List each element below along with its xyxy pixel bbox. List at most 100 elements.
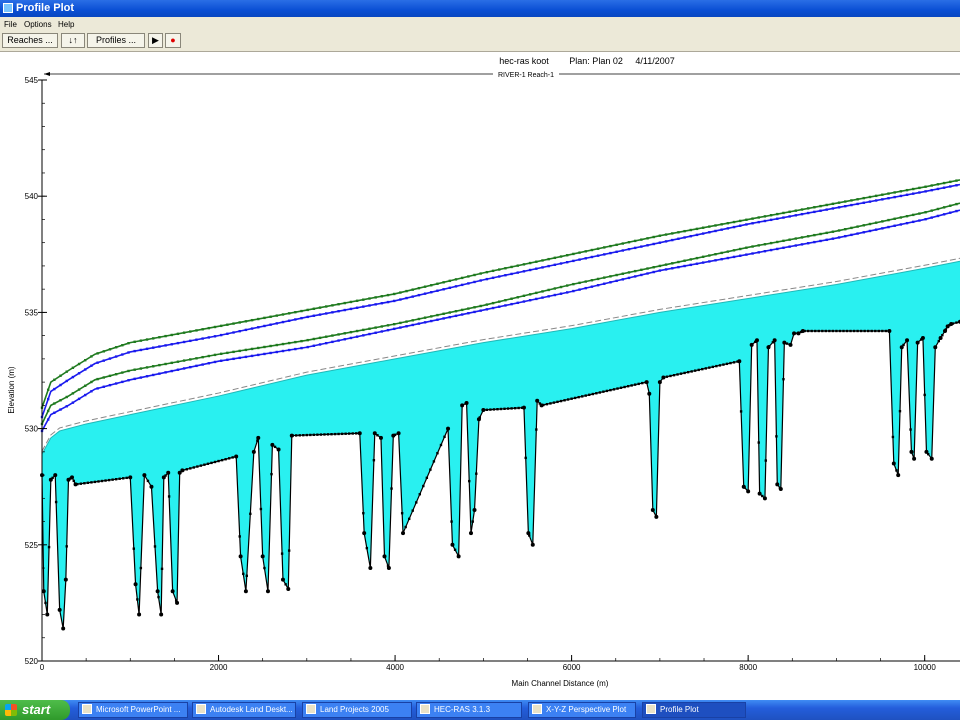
powerpoint-icon [82,704,92,714]
section-marker [578,258,581,261]
section-marker [294,318,297,321]
reaches-button[interactable]: Reaches ... [2,33,58,48]
section-marker [899,216,903,219]
section-marker [368,304,371,307]
menu-file[interactable]: File [4,20,17,29]
ground-marker [556,400,559,404]
section-marker [640,238,643,241]
ground-marker [220,458,224,462]
section-marker [714,229,717,233]
ground-marker [736,360,739,363]
section-marker [102,359,105,362]
section-marker [850,233,853,237]
task-xyz-plot[interactable]: X-Y-Z Perspective Plot [528,702,636,718]
task-hec-ras[interactable]: HEC-RAS 3.1.3 [416,702,522,718]
section-marker [633,269,637,273]
ground-marker [690,370,693,373]
ground-marker [679,372,683,375]
section-marker [683,236,686,239]
ground-marker [242,572,245,576]
ground-marker [806,329,810,333]
task-powerpoint[interactable]: Microsoft PowerPoint ... [78,702,188,718]
section-marker [739,254,742,257]
section-marker [671,267,674,270]
menu-options[interactable]: Options [24,20,52,29]
section-marker [819,232,822,236]
section-marker [516,264,519,267]
section-marker [380,325,384,328]
section-marker [436,313,439,317]
section-marker [819,239,822,243]
task-profile-plot[interactable]: Profile Plot [642,702,746,718]
section-marker [65,405,68,408]
window-title-bar[interactable]: Profile Plot [0,0,960,17]
section-marker [158,363,161,367]
section-marker [71,392,75,395]
sort-up-down-button[interactable]: ↓↑ [61,33,85,48]
start-button[interactable]: start [0,700,70,720]
section-marker [244,320,248,323]
ground-marker [718,364,722,367]
ground-marker [888,329,891,333]
section-marker [695,256,699,260]
section-marker [788,238,791,241]
section-marker [782,211,785,215]
menu-help[interactable]: Help [58,20,74,29]
play-button[interactable]: ▶ [148,33,163,48]
section-marker [936,207,940,211]
section-marker [763,215,767,218]
ground-marker [400,511,404,515]
section-marker [213,335,217,338]
ground-marker [859,329,863,333]
ground-marker [139,566,143,570]
y-tick-label: 535 [25,308,39,317]
section-marker [300,316,303,320]
ground-marker [104,479,107,482]
ground-marker [273,445,277,449]
task-label: Microsoft PowerPoint ... [96,705,181,714]
section-marker [189,339,192,343]
section-marker [232,350,235,354]
task-autodesk[interactable]: Autodesk Land Deskt... [192,702,296,718]
section-marker [732,225,736,229]
ground-marker [259,507,263,511]
ground-marker [376,434,379,437]
section-marker [355,335,359,338]
ground-marker [824,329,828,333]
profiles-button[interactable]: Profiles ... [87,33,145,48]
section-marker [912,220,915,224]
section-marker [374,296,377,299]
section-marker [603,282,606,285]
section-marker [152,346,155,349]
ground-marker [270,472,273,476]
section-marker [405,320,408,323]
section-marker [603,246,606,249]
ground-marker [799,330,803,334]
section-marker [769,241,773,245]
section-marker [405,289,408,293]
section-marker [417,317,421,321]
ground-marker [114,478,118,481]
section-marker [232,322,235,325]
section-marker [714,253,717,256]
section-marker [331,340,334,344]
section-marker [374,303,377,306]
ground-marker [715,364,718,368]
section-marker [380,302,384,305]
ground-marker [369,566,372,570]
section-marker [114,355,118,358]
section-marker [318,313,322,316]
ground-marker [189,467,192,470]
section-marker [318,343,322,346]
section-marker [399,298,402,301]
section-marker [386,293,390,297]
section-marker [250,354,254,358]
ground-marker [821,329,824,333]
ground-marker [630,384,633,387]
task-land-projects[interactable]: Land Projects 2005 [302,702,412,718]
section-marker [269,315,272,318]
record-button[interactable]: ● [165,33,181,48]
ground-marker [874,329,877,333]
ground-marker [898,409,902,413]
hec-ras-icon [420,704,430,714]
